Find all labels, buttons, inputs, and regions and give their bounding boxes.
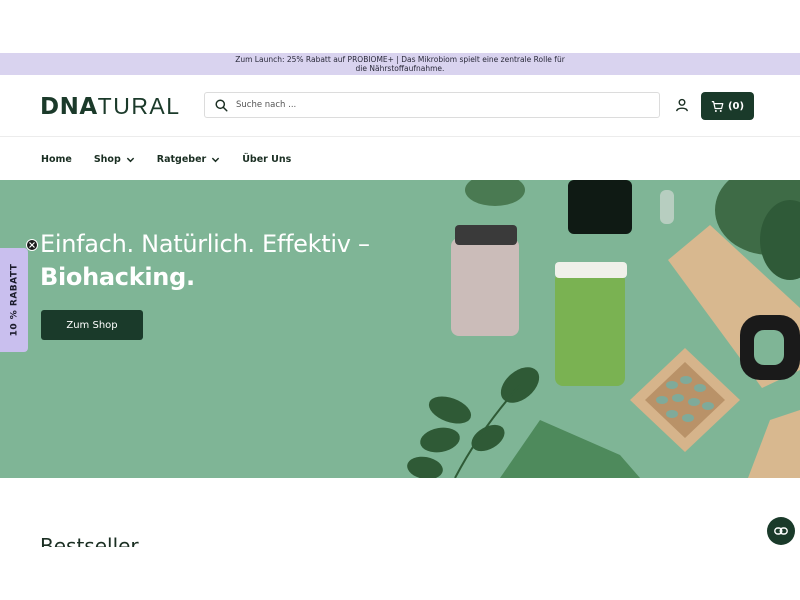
user-icon[interactable] <box>675 98 689 112</box>
nav-item-label: Shop <box>93 153 121 165</box>
hero-title-line2: Biohacking. <box>40 263 195 291</box>
discount-tab-label: 10 % RABATT <box>9 263 20 337</box>
cart-icon <box>711 100 724 112</box>
shop-cta-button[interactable]: Zum Shop <box>41 310 143 340</box>
section-title: Bestseller <box>40 534 139 547</box>
link-icon <box>774 527 788 535</box>
top-margin <box>0 0 800 53</box>
announcement-bar: Zum Launch: 25% Rabatt auf PROBIOME+ | D… <box>0 53 800 75</box>
nav-item-label: Home <box>41 153 72 165</box>
hero-title: Einfach. Natürlich. Effektiv – Biohackin… <box>40 228 370 294</box>
hero-title-line1: Einfach. Natürlich. Effektiv – <box>40 230 370 258</box>
nav-item-label: Ratgeber <box>156 153 207 165</box>
bottom-margin <box>0 547 800 600</box>
search-input[interactable] <box>236 100 636 110</box>
discount-tab[interactable]: 10 % RABATT <box>0 248 28 352</box>
nav-item-ratgeber[interactable]: Ratgeber <box>157 154 220 165</box>
nav-item-label: Über Uns <box>242 153 292 165</box>
cart-count: (0) <box>727 100 745 112</box>
chevron-down-icon <box>126 157 134 162</box>
search-bar[interactable] <box>204 92 660 118</box>
search-icon <box>215 98 228 112</box>
announcement-text: Zum Launch: 25% Rabatt auf PROBIOME+ | D… <box>235 55 565 73</box>
nav-item-ueber-uns[interactable]: Über Uns <box>242 154 291 165</box>
cart-button[interactable]: (0) <box>701 92 754 120</box>
chat-button[interactable] <box>767 517 795 545</box>
nav-item-shop[interactable]: Shop <box>94 154 135 165</box>
logo[interactable]: DNA TURAL <box>40 93 181 120</box>
close-icon <box>29 242 35 248</box>
logo-light: TURAL <box>97 93 181 119</box>
chevron-down-icon <box>212 157 220 162</box>
main-nav: Home Shop Ratgeber Über Uns <box>0 138 800 180</box>
nav-item-home[interactable]: Home <box>41 154 72 165</box>
site-header: DNATURAL (0) <box>0 75 800 137</box>
logo-bold: DNA <box>40 94 98 120</box>
discount-close-button[interactable] <box>26 239 38 251</box>
